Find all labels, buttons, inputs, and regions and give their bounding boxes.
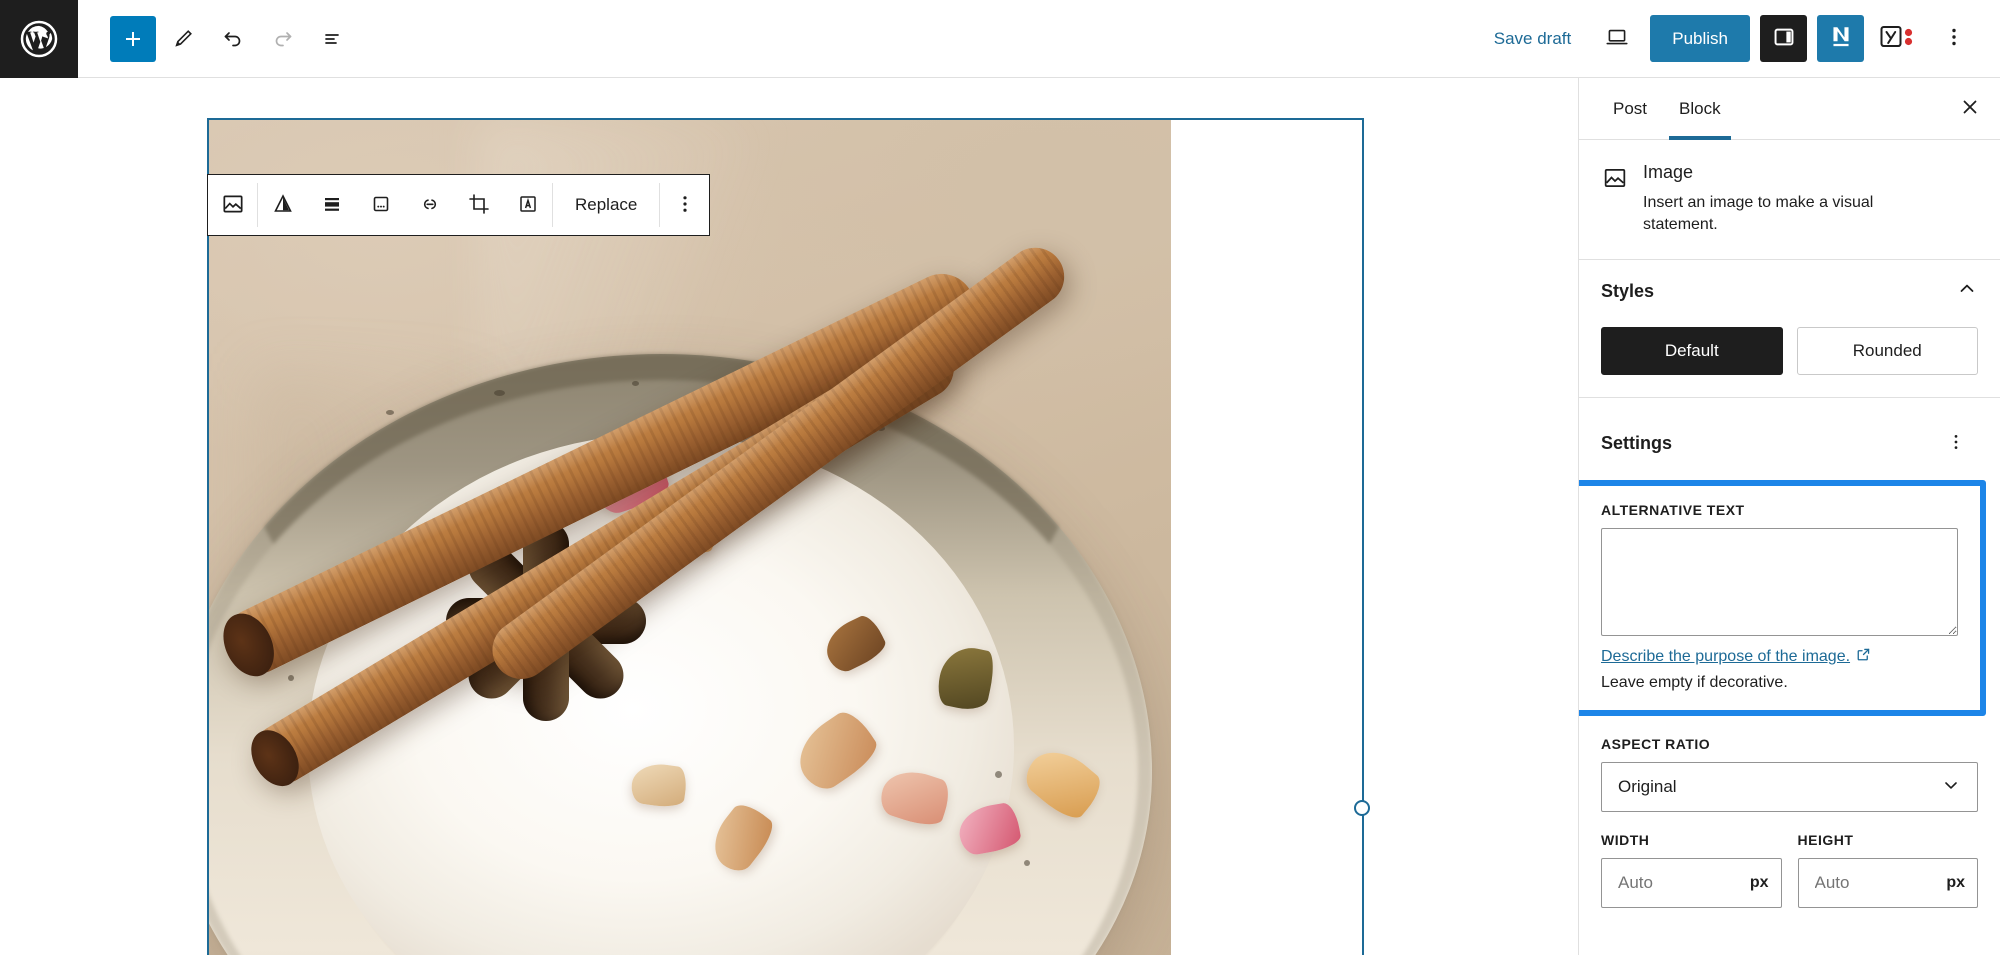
block-info-card: Image Insert an image to make a visual s… — [1579, 140, 2000, 261]
image-block-icon — [220, 191, 246, 220]
height-label: HEIGHT — [1797, 832, 1854, 849]
link-button[interactable] — [405, 175, 454, 235]
aspect-ratio-value: Original — [1618, 777, 1677, 797]
redo-arrow-icon — [271, 27, 295, 51]
styles-panel-header[interactable]: Styles — [1601, 278, 1978, 305]
align-triangle-icon — [271, 192, 295, 219]
block-options-button[interactable] — [660, 175, 709, 235]
chevron-down-icon — [1941, 775, 1961, 800]
block-title: Image — [1643, 162, 1694, 182]
add-block-button[interactable] — [110, 15, 156, 62]
width-unit: px — [1749, 874, 1769, 892]
sidebar-tabs: Post Block — [1579, 78, 2000, 140]
settings-panel-title: Settings — [1601, 432, 1673, 453]
tab-block[interactable]: Block — [1663, 78, 1737, 140]
describe-purpose-link-label: Describe the purpose of the image. — [1601, 648, 1851, 666]
alternative-text-input[interactable] — [1601, 528, 1958, 637]
settings-sidebar-icon — [1771, 24, 1797, 53]
image-block-icon — [1601, 162, 1629, 235]
yoast-seo-button[interactable] — [1874, 17, 1922, 61]
styles-panel-title: Styles — [1601, 281, 1655, 302]
tools-button[interactable] — [160, 16, 206, 62]
undo-button[interactable] — [210, 16, 256, 62]
alternative-text-field-group: ALTERNATIVE TEXT Describe the purpose of… — [1579, 480, 1986, 717]
laptop-preview-icon — [1604, 24, 1630, 53]
width-field-group: WIDTH px — [1601, 832, 1782, 909]
undo-arrow-icon — [221, 27, 245, 51]
chevron-up-icon — [1956, 278, 1978, 305]
styles-panel: Styles Default Rounded — [1579, 260, 2000, 399]
wordpress-logo-icon — [19, 19, 59, 59]
aspect-ratio-field-group: ASPECT RATIO Original — [1579, 716, 2000, 813]
width-label: WIDTH — [1601, 832, 1650, 849]
settings-panel-header: Settings — [1579, 398, 2000, 474]
add-text-over-image-button[interactable] — [503, 175, 552, 235]
list-view-icon — [321, 27, 345, 51]
style-option-default[interactable]: Default — [1601, 327, 1783, 376]
block-selection-outline — [207, 118, 1370, 955]
more-block-options-button[interactable] — [356, 175, 405, 235]
height-input-wrapper[interactable]: px — [1797, 858, 1978, 909]
settings-sidebar-toggle[interactable] — [1760, 15, 1807, 62]
wordpress-block-editor: Save draft Publish Replace Post Block Im… — [0, 0, 2000, 955]
kebab-menu-icon — [1943, 26, 1965, 51]
dots-box-icon — [369, 192, 393, 219]
height-unit: px — [1946, 874, 1965, 892]
replace-button[interactable]: Replace — [553, 175, 659, 235]
crop-button[interactable] — [454, 175, 503, 235]
settings-sidebar: Post Block Image Insert an image to make… — [1578, 78, 2000, 955]
preview-button[interactable] — [1593, 15, 1640, 62]
close-icon — [1959, 96, 1981, 121]
external-link-icon — [1856, 647, 1871, 667]
plus-icon — [121, 27, 145, 51]
yoast-seo-icon — [1879, 22, 1917, 55]
list-view-button[interactable] — [310, 16, 356, 62]
link-icon — [418, 192, 442, 219]
width-input[interactable] — [1618, 873, 1744, 894]
more-options-button[interactable] — [1932, 16, 1976, 62]
add-text-over-image-icon — [516, 192, 540, 219]
block-toolbar: Replace — [207, 174, 711, 236]
letter-n-icon — [1828, 23, 1854, 54]
alternative-text-label: ALTERNATIVE TEXT — [1601, 502, 1745, 519]
describe-purpose-link[interactable]: Describe the purpose of the image. — [1601, 647, 1871, 667]
dimensions-row: WIDTH px HEIGHT px — [1579, 812, 2000, 909]
editor-canvas[interactable]: Replace — [0, 78, 1578, 955]
plugin-n-button[interactable] — [1817, 15, 1864, 62]
align-button[interactable] — [307, 175, 356, 235]
alternative-text-hint: Leave empty if decorative. — [1601, 674, 1788, 692]
style-options: Default Rounded — [1601, 327, 1978, 376]
redo-button[interactable] — [260, 16, 306, 62]
height-input[interactable] — [1814, 873, 1941, 894]
aspect-ratio-label: ASPECT RATIO — [1601, 736, 1711, 753]
block-description: Insert an image to make a visual stateme… — [1643, 194, 1874, 233]
transform-style-button[interactable] — [258, 175, 307, 235]
align-center-icon — [320, 192, 344, 219]
pencil-icon — [171, 27, 195, 51]
width-input-wrapper[interactable]: px — [1601, 858, 1782, 909]
save-draft-button[interactable]: Save draft — [1482, 21, 1584, 57]
kebab-menu-icon — [1946, 432, 1966, 455]
header-left-toolbar — [78, 15, 356, 62]
close-sidebar-button[interactable] — [1948, 87, 1992, 131]
kebab-menu-icon — [674, 193, 696, 218]
height-field-group: HEIGHT px — [1797, 832, 1978, 909]
tab-post[interactable]: Post — [1597, 78, 1663, 140]
style-option-rounded[interactable]: Rounded — [1796, 327, 1978, 376]
settings-menu-button[interactable] — [1934, 420, 1978, 466]
header-right-toolbar: Save draft Publish — [1482, 15, 2000, 62]
aspect-ratio-select[interactable]: Original — [1601, 762, 1978, 813]
crop-icon — [467, 192, 491, 219]
image-resize-handle[interactable] — [1354, 800, 1370, 816]
wordpress-logo-button[interactable] — [0, 0, 78, 78]
editor-header: Save draft Publish — [0, 0, 2000, 78]
publish-button[interactable]: Publish — [1650, 15, 1750, 62]
block-type-button[interactable] — [208, 175, 257, 235]
